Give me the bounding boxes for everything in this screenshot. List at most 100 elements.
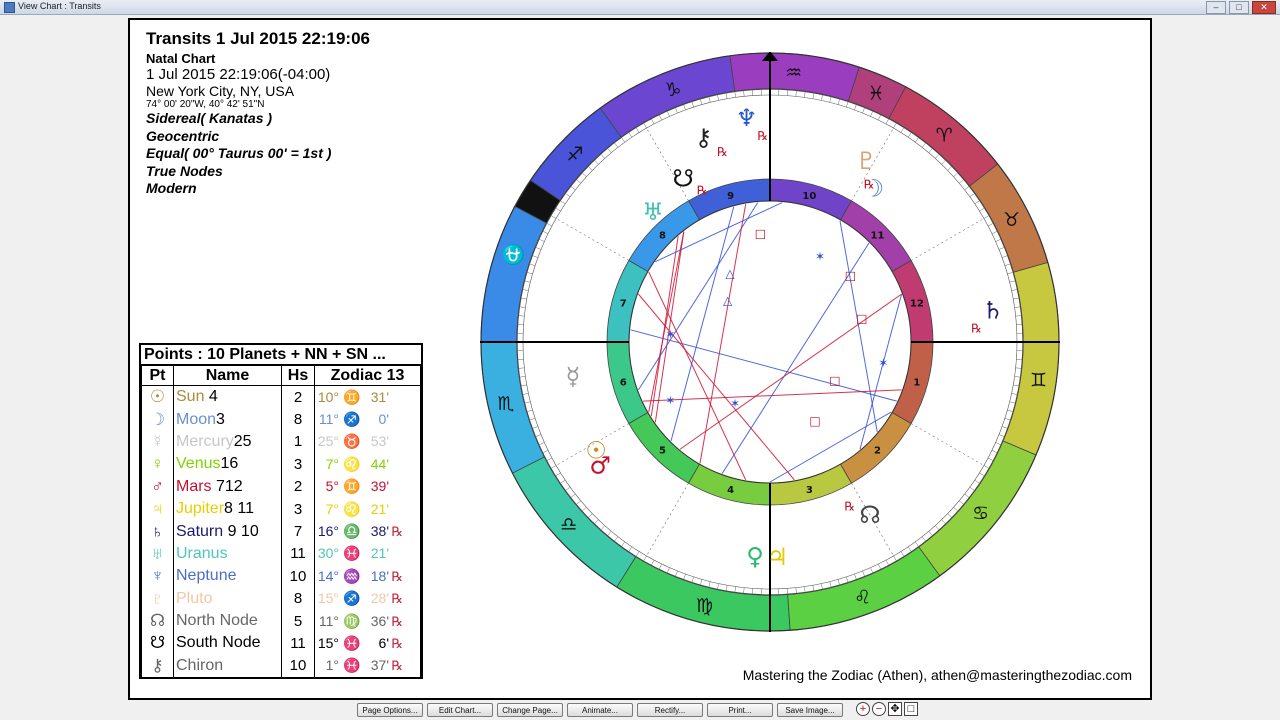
maximize-button[interactable]: □ [1229,1,1249,14]
planet-symbol-icon: ♇ [141,587,174,610]
table-row: ⚷ Chiron 10 1° ♓ 37' ℞ [141,654,421,678]
zodiac-cell: 15° ♐ 28' ℞ [314,587,421,610]
zodiac-degree: 7° [325,455,339,472]
zodiac-minute: 37' [370,657,389,674]
planet-symbol-icon: ☉ [141,385,174,409]
zodiac-sign-glyph-icon: ♎ [560,513,577,535]
planet-name: Chiron [176,656,224,674]
table-row: ☊ North Node 5 11° ♍ 36' ℞ [141,609,421,633]
planet-name: Moon [176,410,217,428]
zodiac-sign-glyph-icon: ♍ [696,595,713,617]
pan-icon[interactable]: ✥ [888,702,902,716]
zodiac-minute: 31' [370,388,389,405]
zodiac-cell: 11° ♍ 36' ℞ [314,609,421,633]
planet-symbol-icon: ♆ [141,565,174,588]
fit-icon[interactable]: □ [904,702,918,716]
planet-name-cell: Sun 4 [173,385,282,409]
planet-name: Venus [176,455,221,473]
planet-name: Saturn [176,522,224,540]
zodiac-degree: 15° [317,634,339,651]
planet-symbol-icon: ⚷ [141,654,174,678]
zoom-out-icon[interactable]: − [872,702,886,716]
house-cell: 2 [281,385,315,409]
table-row: ☿ Mercury25 1 25° ♉ 53' [141,430,421,454]
planet-symbol-icon: ☊ [141,609,174,633]
aspect-glyph-icon: □ [845,269,856,283]
zodiac-minute: 28' [370,590,389,607]
animate-button[interactable]: Animate... [567,703,633,717]
rectify-button[interactable]: Rectify... [637,703,703,717]
chart-type: Natal Chart [146,51,216,66]
zodiac-degree: 7° [325,500,339,517]
zoom-controls: + − ✥ □ [856,702,918,716]
planet-name-suffix: 9 10 [223,522,259,540]
house-cell: 11 [281,542,315,566]
zodiac-cell: 7° ♌ 21' [314,497,421,521]
planet-glyph-icon: ♆ [736,104,758,132]
retrograde-icon: ℞ [844,500,855,514]
aspect-glyph-icon: ✶ [815,249,825,263]
planet-name-cell: Chiron [173,654,282,678]
retrograde-icon: ℞ [757,129,768,143]
chart-datetime: 1 Jul 2015 22:19:06(-04:00) [146,66,331,83]
setting-planets: Modern [146,180,197,196]
zodiac-cell: 14° ♒ 18' ℞ [314,565,421,588]
zodiac-sign-glyph-icon: ♐ [567,144,584,166]
chart-wheel: ♒ ♑ ♐ ⛎ ♏ ♎ ♍ ♌ ♋ ♊ ♉ ♈ ♓ 10 9 8 7 6 5 4 3 2 1 12 11 □ ✶ ✶ △ □ □ □ □ ✶ △ ✶ ✶… [480,52,1060,632]
zodiac-cell: 7° ♌ 44' [314,453,421,476]
zodiac-minute: 0' [378,411,389,428]
col-hs: Hs [281,365,315,386]
minimize-button[interactable]: – [1206,1,1226,14]
zodiac-degree: 25° [317,433,339,450]
zodiac-degree: 5° [325,478,339,495]
zodiac-degree: 1° [325,657,339,674]
house-number: 3 [806,485,813,496]
zodiac-sign-icon: ♓ [343,657,361,674]
table-row: ☋ South Node 11 15° ♓ 6' ℞ [141,632,421,655]
table-row: ♂ Mars 712 2 5° ♊ 39' [141,475,421,498]
change-page-button[interactable]: Change Page... [497,703,563,717]
edit-chart-button[interactable]: Edit Chart... [427,703,493,717]
zodiac-minute: 39' [370,478,389,495]
zodiac-sign-glyph-icon: ♊ [1030,370,1047,392]
zodiac-cell: 30° ♓ 21' [314,542,421,566]
house-cell: 1 [281,430,315,454]
planet-symbol-icon: ♂ [141,475,174,498]
setting-nodes: True Nodes [146,162,223,179]
chart-place: New York City, NY, USA [146,83,295,99]
house-number: 12 [910,299,924,310]
planet-name-cell: Neptune [173,565,282,588]
planet-name-cell: Venus16 [173,453,282,476]
zodiac-sign-glyph-icon: ♏ [497,393,514,415]
zodiac-minute: 21' [370,545,389,562]
zodiac-sign-icon: ♐ [343,590,361,607]
col-zodiac: Zodiac 13 [314,365,421,386]
table-row: ♆ Neptune 10 14° ♒ 18' ℞ [141,565,421,588]
house-number: 1 [913,377,920,388]
house-cell: 11 [281,632,315,655]
zodiac-sign-icon: ♊ [343,388,361,405]
table-row: ☽ Moon3 8 11° ♐ 0' [141,408,421,431]
retrograde-icon: ℞ [717,145,728,159]
planet-name-cell: North Node [173,609,282,633]
aspect-glyph-icon: △ [725,267,735,281]
zodiac-cell: 25° ♉ 53' [314,430,421,454]
planet-glyph-icon: ♄ [982,297,1004,325]
planet-name-cell: Saturn 9 10 [173,520,282,543]
planet-name: North Node [176,612,258,630]
setting-zodiac: Sidereal( Kanatas ) [146,110,273,126]
close-button[interactable]: ✕ [1252,1,1276,14]
zodiac-minute: 44' [370,455,389,472]
table-row: ♃ Jupiter8 11 3 7° ♌ 21' [141,497,421,521]
page-options-button[interactable]: Page Options... [357,703,423,717]
planet-name: Jupiter [176,500,225,518]
chart-info: Transits 1 Jul 2015 22:19:06 Natal Chart… [146,29,370,198]
house-cell: 8 [281,587,315,610]
zodiac-sign-glyph-icon: ♉ [1003,209,1020,231]
retrograde-icon: ℞ [391,591,403,607]
save-image-button[interactable]: Save Image... [777,703,843,717]
planet-name-cell: Jupiter8 11 [173,497,282,521]
zodiac-sign-icon: ♉ [343,433,361,450]
print-button[interactable]: Print... [707,703,773,717]
zoom-in-icon[interactable]: + [856,702,870,716]
